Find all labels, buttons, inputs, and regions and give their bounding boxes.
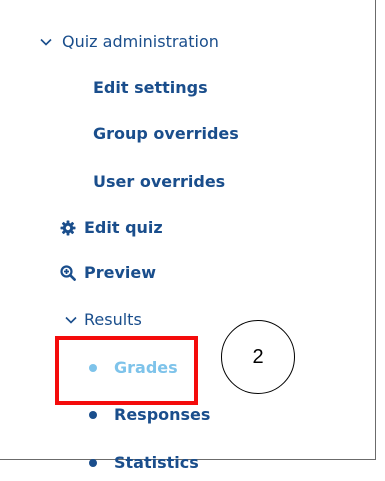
chevron-down-icon [65, 316, 77, 324]
step-number: 2 [252, 345, 264, 368]
group-overrides-link[interactable]: Group overrides [93, 124, 239, 143]
results-node[interactable]: Results [64, 310, 142, 329]
bullet-icon [89, 458, 97, 467]
edit-settings-link[interactable]: Edit settings [93, 78, 208, 97]
zoom-in-icon [60, 264, 76, 281]
statistics-label: Statistics [114, 453, 199, 472]
chevron-down-icon [40, 38, 52, 46]
preview-label: Preview [84, 263, 157, 282]
quiz-administration-label: Quiz administration [62, 32, 219, 51]
gear-icon [60, 220, 76, 235]
edit-quiz-label: Edit quiz [84, 218, 163, 237]
quiz-administration-node[interactable]: Quiz administration [39, 32, 219, 51]
results-item-responses[interactable]: Responses [89, 405, 210, 424]
results-label: Results [84, 310, 142, 329]
highlight-box [55, 336, 198, 405]
responses-label: Responses [114, 405, 211, 424]
step-number-callout: 2 [221, 320, 295, 394]
edit-quiz-link[interactable]: Edit quiz [60, 218, 163, 237]
user-overrides-link[interactable]: User overrides [93, 172, 225, 191]
results-item-statistics[interactable]: Statistics [89, 453, 199, 472]
preview-link[interactable]: Preview [60, 263, 156, 282]
bullet-icon [89, 410, 97, 419]
